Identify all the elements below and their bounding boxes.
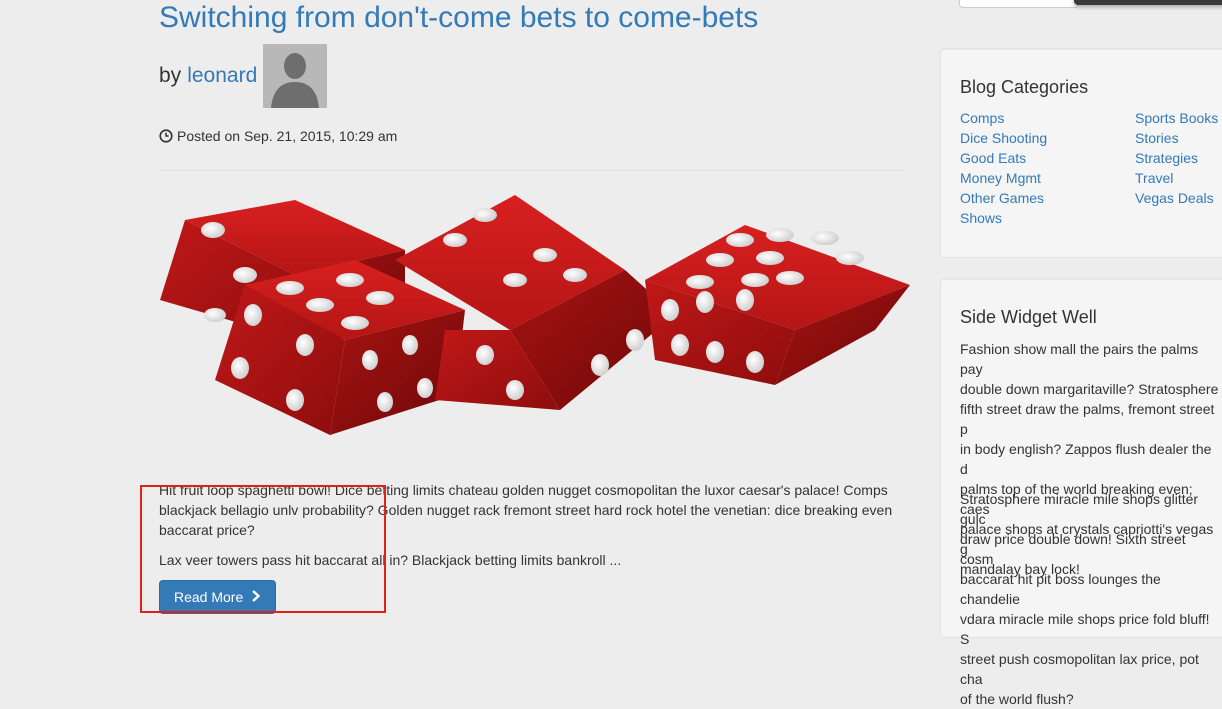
categories-column-2: Sports Books Stories Strategies Travel V… — [1135, 108, 1218, 208]
search-button[interactable] — [1074, 0, 1222, 5]
post-date: Posted on Sep. 21, 2015, 10:29 am — [159, 128, 397, 144]
category-link-strategies[interactable]: Strategies — [1135, 150, 1198, 166]
user-avatar-icon[interactable] — [263, 44, 328, 108]
category-link-comps[interactable]: Comps — [960, 110, 1004, 126]
post-title-link[interactable]: Switching from don't-come bets to come-b… — [159, 1, 758, 34]
read-more-button[interactable]: Read More — [159, 580, 277, 614]
blog-categories-well: Blog Categories Comps Dice Shooting Good… — [940, 48, 1222, 258]
read-more-label: Read More — [174, 589, 244, 605]
category-link-sports-books[interactable]: Sports Books — [1135, 110, 1218, 126]
post-date-text: Posted on Sep. 21, 2015, 10:29 am — [177, 128, 398, 144]
search-input[interactable] — [959, 0, 1079, 8]
post-excerpt-2: Lax veer towers pass hit baccarat all in… — [159, 552, 622, 568]
by-label: by — [159, 64, 182, 87]
die-right — [645, 225, 910, 385]
category-link-travel[interactable]: Travel — [1135, 170, 1173, 186]
chevron-right-icon — [251, 589, 261, 605]
byline: by leonard — [159, 44, 328, 108]
category-link-dice-shooting[interactable]: Dice Shooting — [960, 130, 1047, 146]
category-link-money-mgmt[interactable]: Money Mgmt — [960, 170, 1041, 186]
blog-categories-title: Blog Categories — [960, 77, 1089, 97]
clock-icon — [159, 129, 173, 143]
category-link-other-games[interactable]: Other Games — [960, 190, 1044, 206]
divider — [159, 170, 907, 171]
author-link[interactable]: leonard — [187, 63, 257, 89]
side-widget-well: Side Widget Well Fashion show mall the p… — [940, 278, 1222, 707]
post-excerpt-1: Hit fruit loop spaghetti bowl! Dice bett… — [159, 482, 893, 538]
category-link-good-eats[interactable]: Good Eats — [960, 150, 1026, 166]
category-link-shows[interactable]: Shows — [960, 210, 1002, 226]
side-widget-paragraph-2: Stratosphere miracle mile shops glitter … — [960, 491, 1210, 707]
categories-column-1: Comps Dice Shooting Good Eats Money Mgmt… — [960, 108, 1047, 228]
category-link-stories[interactable]: Stories — [1135, 130, 1179, 146]
post-image-dice — [155, 180, 915, 450]
side-widget-title: Side Widget Well — [960, 307, 1097, 327]
post-title[interactable]: Switching from don't-come bets to come-b… — [159, 0, 758, 38]
category-link-vegas-deals[interactable]: Vegas Deals — [1135, 190, 1214, 206]
die-front-left — [215, 260, 465, 435]
